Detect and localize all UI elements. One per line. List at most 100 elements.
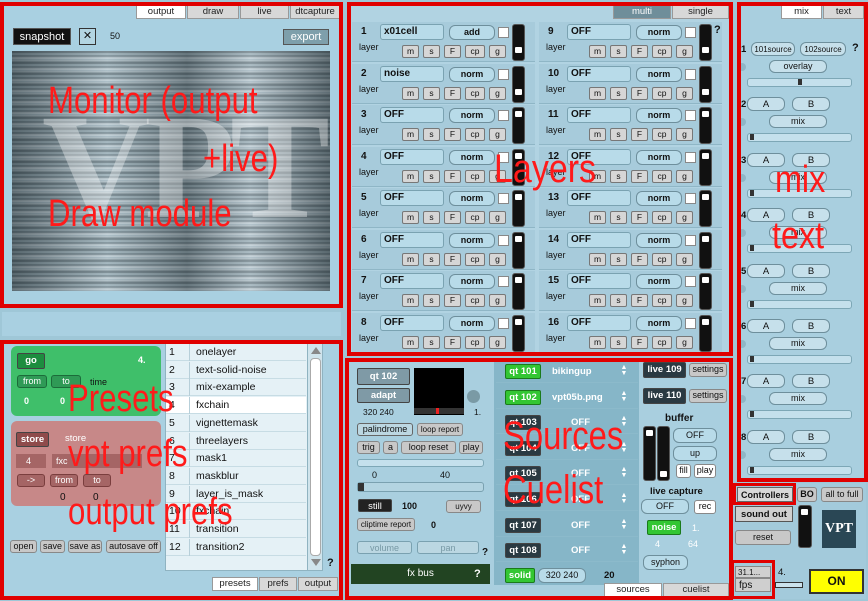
tab-multi[interactable]: multi: [613, 5, 671, 19]
layer-cp-button[interactable]: cp: [652, 169, 672, 183]
go-button[interactable]: go: [17, 353, 45, 369]
tab-output[interactable]: output: [136, 5, 186, 19]
mix-crossfader[interactable]: [747, 244, 852, 254]
autosave-toggle[interactable]: autosave off: [106, 540, 161, 553]
layer-g-button[interactable]: g: [676, 252, 693, 266]
layer-opacity-slider[interactable]: [512, 314, 525, 352]
source-slot-id[interactable]: qt 102: [505, 389, 541, 405]
source-slot-name[interactable]: bikingup: [552, 366, 592, 377]
layer-source-name[interactable]: x01cell: [380, 24, 444, 40]
layer-f-button[interactable]: F: [444, 128, 461, 141]
source-slot-id[interactable]: qt 105: [505, 466, 541, 482]
mix-source-a[interactable]: A: [747, 208, 785, 223]
source-slot-id[interactable]: qt 104: [505, 440, 541, 456]
presets-help[interactable]: ?: [327, 557, 334, 569]
loop-range-bar[interactable]: [357, 459, 484, 467]
layer-opacity-slider[interactable]: [699, 148, 712, 186]
layer-opacity-slider[interactable]: [699, 107, 712, 144]
layer-g-button[interactable]: g: [676, 86, 693, 100]
layer-opacity-knob[interactable]: [515, 318, 522, 325]
layer-f-button[interactable]: F: [444, 252, 461, 266]
layer-cp-button[interactable]: cp: [465, 252, 485, 266]
layer-opacity-slider[interactable]: [699, 24, 712, 61]
adapt-button[interactable]: adapt: [357, 388, 410, 403]
layer-f-button[interactable]: F: [631, 335, 648, 349]
layer-m-button[interactable]: m: [402, 45, 419, 58]
mix-crossfader-knob[interactable]: [750, 411, 754, 418]
layer-cp-button[interactable]: cp: [652, 252, 672, 266]
layer-f-button[interactable]: F: [444, 211, 461, 224]
layer-enable-checkbox[interactable]: [685, 110, 696, 121]
scroll-up-icon[interactable]: [311, 347, 321, 354]
mix-crossfader[interactable]: [747, 355, 852, 364]
layer-opacity-slider[interactable]: [512, 273, 525, 310]
layer-s-button[interactable]: s: [610, 211, 627, 224]
layer-f-button[interactable]: F: [631, 252, 648, 266]
layer-enable-checkbox[interactable]: [498, 193, 509, 204]
layer-enable-checkbox[interactable]: [498, 317, 509, 329]
layer-blend-mode[interactable]: norm: [449, 232, 495, 248]
reset-button[interactable]: reset: [735, 530, 791, 545]
live-110-settings[interactable]: settings: [689, 389, 727, 403]
layer-m-button[interactable]: m: [402, 169, 419, 183]
source-slot-name[interactable]: OFF: [571, 520, 590, 531]
layer-enable-checkbox[interactable]: [685, 151, 696, 163]
trig-button[interactable]: trig: [357, 441, 380, 454]
source-slot-updown-icon[interactable]: ▲ ▼: [620, 543, 628, 556]
buffer-off-button[interactable]: OFF: [673, 428, 717, 443]
mix-crossfader[interactable]: [747, 299, 852, 309]
store-to-button[interactable]: to: [83, 474, 111, 487]
layer-blend-mode[interactable]: norm: [449, 274, 495, 289]
mix-crossfader-knob[interactable]: [750, 300, 754, 307]
layer-source-name[interactable]: OFF: [380, 107, 444, 123]
layer-opacity-knob[interactable]: [702, 318, 709, 325]
store-arrow-button[interactable]: ->: [17, 474, 45, 487]
layer-cp-button[interactable]: cp: [465, 86, 485, 100]
layer-m-button[interactable]: m: [402, 128, 419, 141]
go-to-button[interactable]: to: [51, 375, 81, 388]
tab-cuelist[interactable]: cuelist: [663, 583, 729, 597]
mix-crossfader[interactable]: [747, 410, 852, 420]
layer-enable-checkbox[interactable]: [498, 276, 509, 287]
save-button[interactable]: save: [40, 540, 65, 553]
mix-crossfader-knob[interactable]: [750, 245, 754, 252]
mix-crossfader-knob[interactable]: [750, 134, 754, 141]
source-slot-updown-icon[interactable]: ▲ ▼: [620, 466, 628, 479]
layer-g-button[interactable]: g: [676, 169, 693, 183]
layer-opacity-slider[interactable]: [512, 24, 525, 61]
layer-g-button[interactable]: g: [489, 294, 506, 307]
mix-mode[interactable]: mix: [769, 447, 827, 461]
source-slot-name[interactable]: OFF: [571, 468, 590, 479]
mix-mode[interactable]: mix: [769, 392, 827, 406]
preset-list-item[interactable]: 9 layer_is_mask: [166, 485, 306, 503]
mix-source-b[interactable]: B: [792, 208, 830, 223]
layer-opacity-slider[interactable]: [699, 231, 712, 269]
layer-cp-button[interactable]: cp: [652, 86, 672, 100]
live-109-settings[interactable]: settings: [689, 363, 727, 377]
layer-f-button[interactable]: F: [631, 294, 648, 307]
layer-opacity-knob[interactable]: [515, 235, 522, 242]
mix-source-b[interactable]: B: [792, 429, 830, 444]
layer-opacity-knob[interactable]: [702, 235, 709, 242]
layer-opacity-slider[interactable]: [512, 190, 525, 227]
mix-help[interactable]: ?: [852, 42, 859, 54]
layer-g-button[interactable]: g: [676, 45, 693, 58]
mix-source-a[interactable]: A: [747, 97, 785, 112]
layer-cp-button[interactable]: cp: [652, 211, 672, 224]
layer-enable-checkbox[interactable]: [685, 68, 696, 80]
layer-cp-button[interactable]: cp: [652, 294, 672, 307]
tab-text[interactable]: text: [823, 5, 864, 19]
layer-opacity-slider[interactable]: [512, 148, 525, 186]
source-slot-updown-icon[interactable]: ▲ ▼: [620, 492, 628, 505]
layer-source-name[interactable]: OFF: [567, 148, 631, 165]
sound-out-button[interactable]: sound out: [735, 506, 793, 522]
source-slot-id[interactable]: qt 108: [505, 543, 541, 559]
layer-blend-mode[interactable]: norm: [449, 191, 495, 206]
source-slot-id[interactable]: qt 107: [505, 517, 541, 533]
buffer-up-button[interactable]: up: [673, 446, 717, 461]
layer-s-button[interactable]: s: [423, 45, 440, 58]
preset-list-item[interactable]: 10 fxchain: [166, 503, 306, 521]
layer-s-button[interactable]: s: [423, 86, 440, 100]
layer-m-button[interactable]: m: [402, 335, 419, 349]
layer-m-button[interactable]: m: [589, 128, 606, 141]
